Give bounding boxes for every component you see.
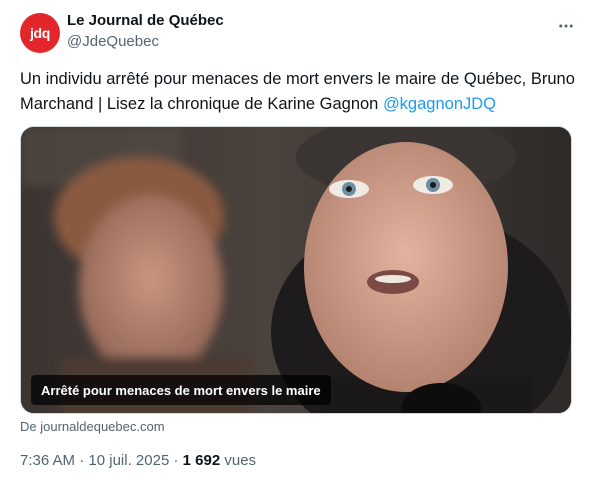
card-source[interactable]: De journaldequebec.com [20, 419, 165, 434]
link-card-media[interactable]: Arrêté pour menaces de mort envers le ma… [20, 126, 572, 414]
avatar-logo-text: jdq [29, 25, 51, 41]
views-count: 1 692 [182, 452, 221, 469]
more-options-icon [559, 24, 573, 28]
mention-link[interactable]: @kgagnonJDQ [383, 95, 496, 113]
more-options-button[interactable] [554, 14, 578, 38]
meta-separator-2: · [169, 452, 183, 469]
article-photo [21, 127, 571, 413]
tweet-meta: 7:36 AM · 10 juil. 2025 · 1 692 vues [20, 452, 256, 469]
card-caption: Arrêté pour menaces de mort envers le ma… [31, 375, 331, 405]
author-avatar[interactable]: jdq [20, 13, 60, 53]
views-label: vues [220, 452, 257, 469]
tweet-time[interactable]: 7:36 AM [20, 452, 75, 469]
author-name[interactable]: Le Journal de Québec [67, 12, 224, 29]
meta-separator: · [75, 452, 89, 469]
tweet-text: Un individu arrêté pour menaces de mort … [20, 67, 580, 117]
author-handle[interactable]: @JdeQuebec [67, 33, 159, 50]
tweet-date[interactable]: 10 juil. 2025 [88, 452, 169, 469]
